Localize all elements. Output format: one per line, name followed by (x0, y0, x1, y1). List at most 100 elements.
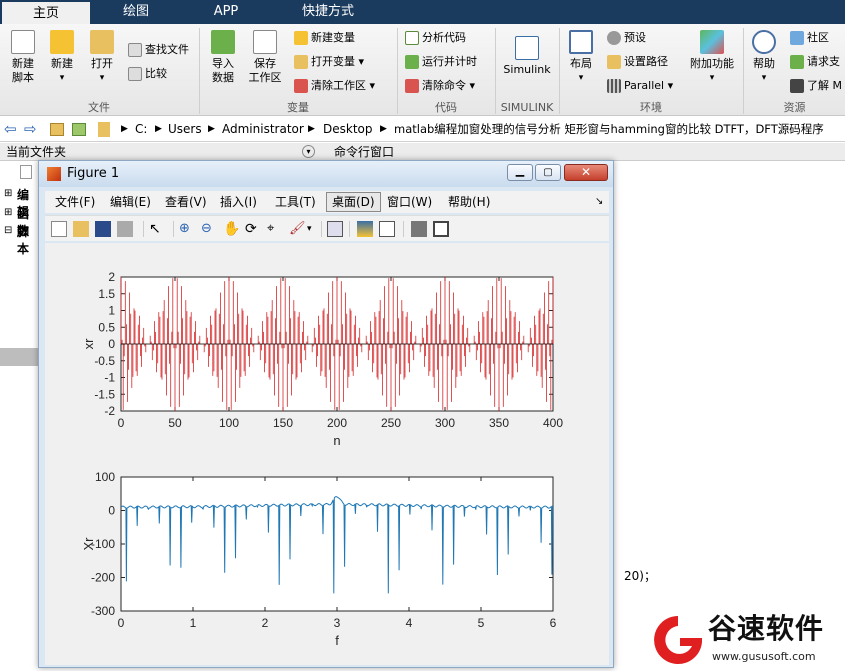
back-arrow-icon[interactable]: ⇦ (4, 117, 17, 142)
pan-hand-icon[interactable]: ✋ (223, 221, 240, 237)
analyze-code-label: 分析代码 (422, 31, 466, 44)
link-plot-icon[interactable] (327, 221, 343, 237)
new-script-button[interactable]: 新建 脚本 (6, 28, 40, 85)
menu-insert[interactable]: 插入(I) (220, 191, 257, 213)
help-button[interactable]: 帮助 ▾ (749, 28, 779, 85)
path-segment-users[interactable]: Users (168, 117, 202, 142)
maximize-button[interactable]: ▢ (535, 164, 561, 181)
simulink-button[interactable]: Simulink (500, 28, 554, 77)
section-file-label: 文件 (88, 101, 110, 114)
new-variable-label: 新建变量 (311, 31, 355, 44)
help-label: 帮助 (753, 57, 775, 70)
open-file-icon[interactable] (73, 221, 89, 237)
clear-commands-label: 清除命令 (422, 79, 466, 92)
dock-arrow-icon[interactable]: ↘ (595, 191, 603, 213)
x-tick-label: 300 (435, 416, 455, 430)
menu-edit[interactable]: 编辑(E) (110, 191, 151, 213)
learn-matlab-button[interactable]: 了解 M (790, 76, 842, 96)
menu-window[interactable]: 窗口(W) (387, 191, 432, 213)
set-path-button[interactable]: 设置路径 (607, 52, 668, 72)
path-segment-administrator[interactable]: Administrator (222, 117, 304, 142)
request-support-button[interactable]: 请求支 (790, 52, 840, 72)
import-data-button[interactable]: 导入 数据 (205, 28, 241, 85)
logo-name: 谷速软件 (708, 612, 825, 645)
folder-icon (98, 122, 110, 137)
colorbar-icon[interactable] (357, 221, 373, 237)
layout-button[interactable]: 布局 ▾ (564, 28, 598, 85)
expand-icon[interactable]: ⊞ (4, 207, 12, 218)
path-segment-desktop[interactable]: Desktop (323, 117, 373, 142)
y-tick-label: 2 (108, 270, 115, 284)
community-button[interactable]: 社区 (790, 28, 829, 48)
expand-icon[interactable]: ⊞ (4, 188, 12, 199)
find-files-button[interactable]: 查找文件 (128, 40, 189, 60)
menu-view[interactable]: 查看(V) (165, 191, 207, 213)
pointer-icon[interactable]: ↖ (149, 221, 165, 237)
clear-workspace-button[interactable]: 清除工作区 ▾ (294, 76, 375, 96)
tab-apps[interactable]: APP (182, 0, 270, 24)
compare-label: 比较 (145, 67, 167, 80)
figure-title-bar[interactable]: Figure 1 ▁ ▢ ✕ (39, 161, 613, 187)
x-tick-label: 2 (262, 616, 269, 630)
zoom-in-icon[interactable]: ⊕ (179, 221, 195, 237)
print-icon[interactable] (117, 221, 133, 237)
menu-desktop[interactable]: 桌面(D) (326, 192, 381, 212)
selected-row-highlight (0, 348, 40, 366)
up-folder-icon[interactable] (50, 123, 64, 136)
x-tick-label: 3 (334, 616, 341, 630)
path-segment-project-folder[interactable]: matlab编程加窗处理的信号分析 矩形窗与hamming窗的比较 DTFT，D… (394, 117, 845, 142)
browse-folder-icon[interactable] (72, 123, 86, 136)
parallel-button[interactable]: Parallel ▾ (607, 76, 673, 96)
tab-plots[interactable]: 绘图 (92, 0, 180, 24)
y-tick-label: -200 (91, 571, 115, 585)
path-segment-c[interactable]: C: (135, 117, 147, 142)
clear-commands-button[interactable]: 清除命令 ▾ (405, 76, 475, 96)
open-button[interactable]: 打开 ▾ (84, 28, 120, 85)
command-window[interactable]: 20)； (614, 161, 845, 668)
run-and-time-button[interactable]: 运行并计时 (405, 52, 477, 72)
command-text-fragment: 20)； (624, 569, 656, 583)
x-tick-label: 4 (406, 616, 413, 630)
section-simulink-label: SIMULINK (500, 101, 554, 114)
forward-arrow-icon[interactable]: ⇨ (24, 117, 37, 142)
menu-file[interactable]: 文件(F) (55, 191, 95, 213)
clear-workspace-icon (294, 79, 308, 93)
rotate-3d-icon[interactable]: ⟳ (245, 221, 261, 237)
pane-menu-chevron-icon[interactable]: ▾ (302, 145, 315, 158)
open-label: 打开 (91, 57, 113, 70)
data-cursor-icon[interactable]: ⌖ (267, 221, 283, 237)
close-button[interactable]: ✕ (564, 164, 608, 181)
find-files-label: 查找文件 (145, 43, 189, 56)
close-icon: ✕ (580, 165, 592, 179)
preferences-button[interactable]: 预设 (607, 28, 646, 48)
simulink-icon (515, 36, 539, 60)
current-folder-pane: ⊞ 编辑 ⊞ 函数 ⊟ 脚本 (0, 161, 40, 668)
menu-help[interactable]: 帮助(H) (448, 191, 490, 213)
collapse-icon[interactable]: ⊟ (4, 225, 12, 236)
logo-url: www.gususoft.com (712, 650, 816, 663)
analyze-code-button[interactable]: 分析代码 (405, 28, 466, 48)
new-variable-button[interactable]: 新建变量 (294, 28, 355, 48)
compare-button[interactable]: 比较 (128, 64, 167, 84)
section-environment-label: 环境 (640, 101, 662, 114)
zoom-out-icon[interactable]: ⊖ (201, 221, 217, 237)
brush-icon[interactable]: 🖌 (289, 221, 306, 237)
show-plot-tools-icon[interactable] (433, 221, 449, 237)
tree-item-scripts[interactable]: 脚本 (17, 223, 40, 257)
clear-commands-icon (405, 79, 419, 93)
import-icon (211, 30, 235, 54)
tab-shortcuts[interactable]: 快捷方式 (272, 0, 384, 24)
tab-home[interactable]: 主页 (2, 0, 90, 24)
new-button[interactable]: 新建 ▾ (44, 28, 80, 85)
x-axis-label: n (333, 433, 340, 448)
new-figure-icon[interactable] (51, 221, 67, 237)
legend-icon[interactable] (379, 221, 395, 237)
hide-plot-tools-icon[interactable] (411, 221, 427, 237)
minimize-button[interactable]: ▁ (507, 164, 533, 181)
save-workspace-button[interactable]: 保存 工作区 (245, 28, 285, 85)
save-icon[interactable] (95, 221, 111, 237)
import-label: 导入 数据 (212, 57, 234, 84)
open-variable-button[interactable]: 打开变量 ▾ (294, 52, 364, 72)
addons-button[interactable]: 附加功能 ▾ (688, 28, 736, 85)
menu-tools[interactable]: 工具(T) (275, 191, 316, 213)
